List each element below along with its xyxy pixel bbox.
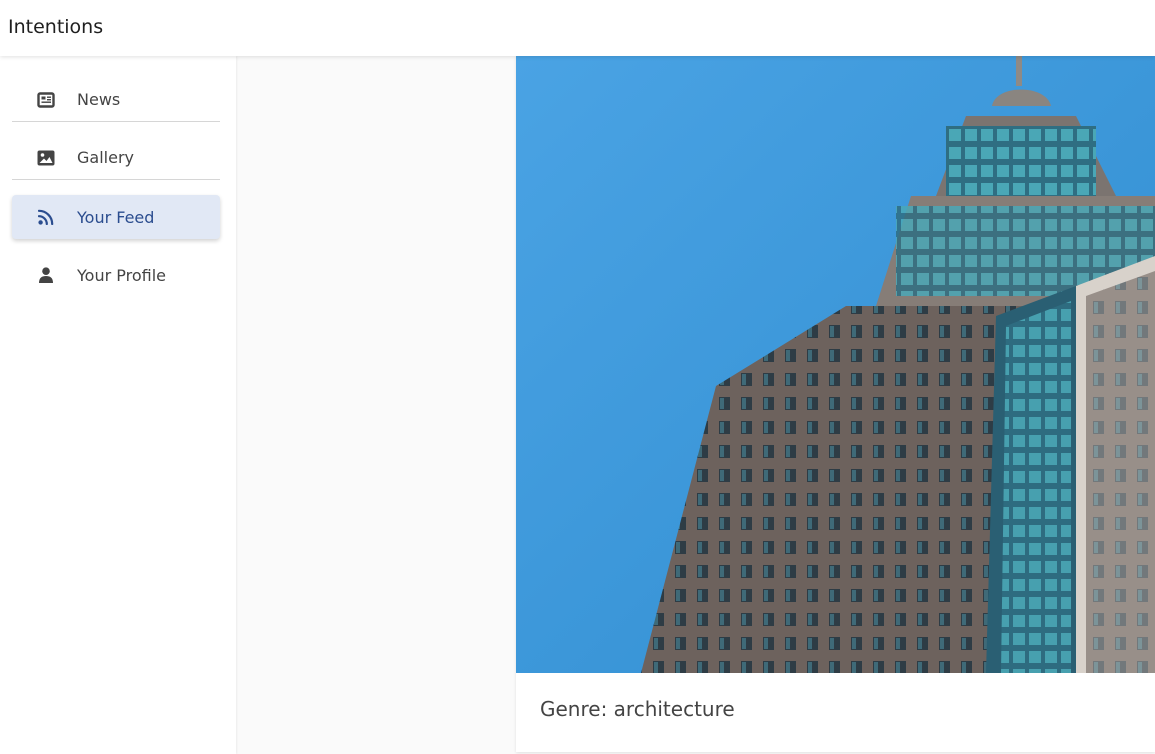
skyscraper-photo [516, 56, 1155, 673]
app-title: Intentions [8, 16, 104, 38]
app-bar: Intentions [0, 0, 1155, 56]
user-icon [36, 265, 56, 285]
sidebar-item-your-profile[interactable]: Your Profile [12, 253, 220, 297]
image-icon [36, 148, 56, 168]
sidebar-item-label: Your Feed [77, 207, 155, 227]
sidebar-item-news[interactable]: News [12, 78, 220, 122]
sidebar-item-label: Gallery [77, 148, 134, 167]
newspaper-icon [36, 90, 56, 110]
sidebar-item-label: Your Profile [77, 265, 166, 285]
feed-card[interactable]: Genre: architecture [516, 56, 1155, 752]
sidebar-item-label: News [77, 90, 121, 109]
sidebar-item-gallery[interactable]: Gallery [12, 136, 220, 180]
sidebar: News Gallery Your Feed Your Profile [0, 56, 236, 754]
genre-label: Genre: architecture [540, 697, 735, 721]
rss-icon [36, 207, 56, 227]
sidebar-item-your-feed[interactable]: Your Feed [12, 195, 220, 239]
